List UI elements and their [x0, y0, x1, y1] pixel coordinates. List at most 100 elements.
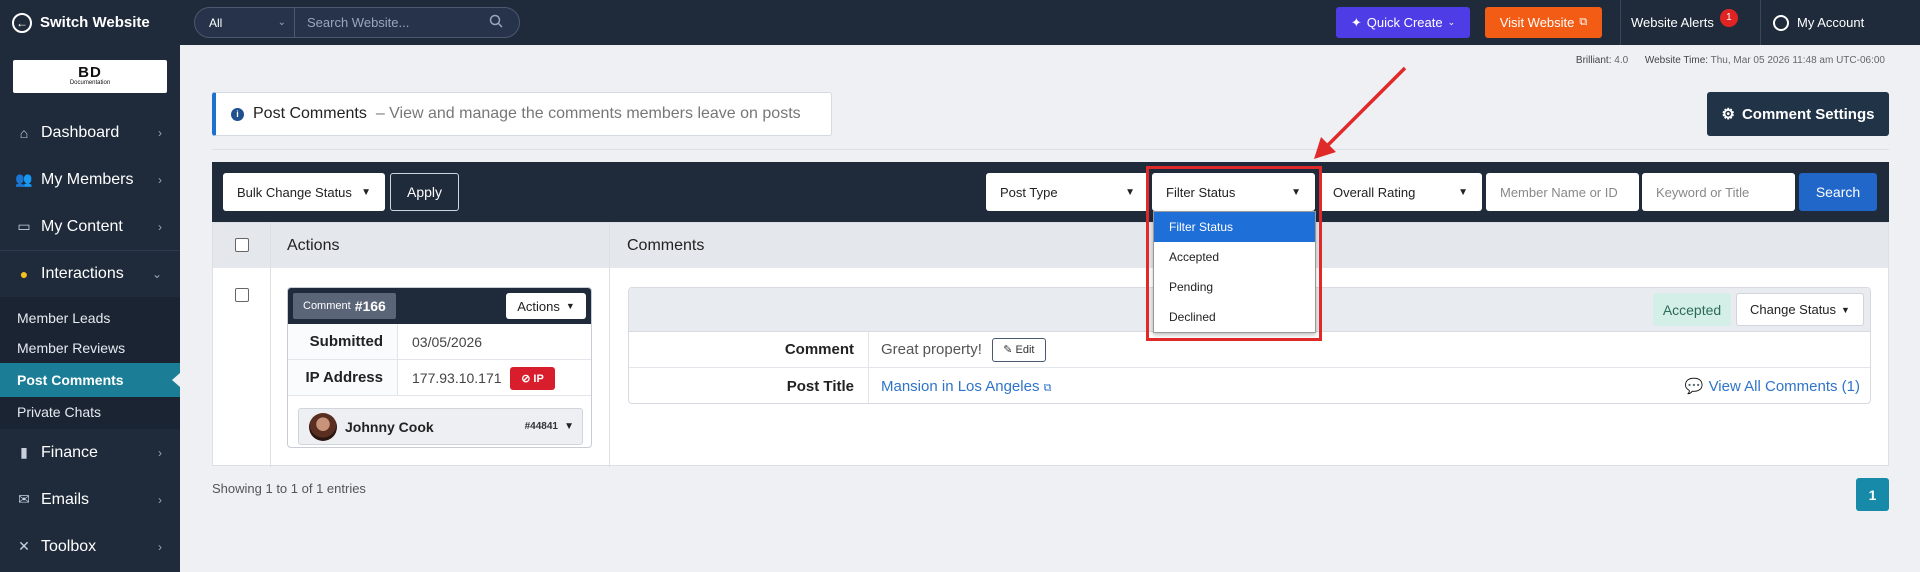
pencil-icon: ✎: [1003, 344, 1013, 356]
row-actions-button[interactable]: Actions ▼: [506, 293, 586, 319]
member-chip[interactable]: Johnny Cook #44841 ▼: [298, 408, 583, 445]
sidebar-item-label: My Content: [41, 217, 123, 235]
post-type-select[interactable]: Post Type ▼: [986, 173, 1149, 211]
comment-card-header: Comment #166 Actions ▼: [288, 288, 591, 324]
sidebar-item-label: My Members: [41, 170, 134, 188]
filter-bar: Bulk Change Status ▼ Apply Post Type ▼ F…: [212, 162, 1889, 222]
chevron-right-icon: ›: [158, 125, 162, 140]
logo[interactable]: BD Documentation: [13, 60, 167, 93]
post-title-link[interactable]: Mansion in Los Angeles ⧉: [881, 378, 1051, 395]
logo-mark: BD: [78, 64, 102, 81]
post-title-row: Post Title Mansion in Los Angeles ⧉ 💬 Vi…: [629, 368, 1870, 403]
member-id: #44841: [524, 421, 558, 432]
sidebar-subitem-post-comments[interactable]: Post Comments: [0, 363, 180, 397]
search-scope-select[interactable]: All ⌄: [195, 8, 295, 37]
user-icon: [1773, 14, 1789, 31]
website-alerts-button[interactable]: Website Alerts 1: [1620, 0, 1760, 45]
view-all-comments-link[interactable]: 💬 View All Comments (1): [1684, 368, 1860, 403]
comments-table: Actions Comments Comment #166 Actions ▼ …: [212, 222, 1889, 467]
sidebar-item-dashboard[interactable]: ⌂ Dashboard ›: [0, 109, 180, 156]
filter-status-label: Filter Status: [1166, 184, 1236, 200]
post-type-label: Post Type: [1000, 184, 1058, 200]
entries-info: Showing 1 to 1 of 1 entries: [212, 481, 366, 496]
sidebar-item-toolbox[interactable]: ✕ Toolbox ›: [0, 523, 180, 570]
visit-website-button[interactable]: Visit Website ⧉: [1485, 7, 1602, 38]
chat-icon: ●: [19, 266, 29, 282]
dropdown-option-pending[interactable]: Pending: [1154, 272, 1315, 302]
ban-icon: ⊘: [521, 373, 531, 385]
overall-rating-select[interactable]: Overall Rating ▼: [1319, 173, 1482, 211]
page-1-button[interactable]: 1: [1856, 478, 1889, 511]
comment-id-tag: Comment #166: [293, 293, 396, 319]
search-input[interactable]: Search Website...: [295, 15, 489, 30]
caret-down-icon: ▼: [361, 186, 371, 198]
comment-settings-button[interactable]: ⚙ Comment Settings: [1707, 92, 1889, 136]
info-icon: i: [231, 107, 244, 121]
sidebar-item-my-content[interactable]: ▭ My Content ›: [0, 203, 180, 250]
ip-address-label: IP Address: [288, 360, 398, 395]
sidebar-subitem-member-reviews[interactable]: Member Reviews: [0, 333, 180, 363]
sidebar-item-label: Dashboard: [41, 123, 120, 141]
chevron-right-icon: ›: [158, 445, 162, 460]
caret-down-icon: ▼: [1458, 186, 1468, 198]
search-icon[interactable]: [489, 14, 519, 31]
external-link-icon: ⧉: [1579, 16, 1588, 28]
comment-settings-label: Comment Settings: [1741, 105, 1875, 123]
quick-create-button[interactable]: ✦ Quick Create ⌄: [1336, 7, 1470, 38]
chevron-down-icon: ⌄: [1447, 17, 1456, 27]
page-title-box: i Post Comments – View and manage the co…: [212, 92, 832, 136]
sidebar-item-label: Emails: [41, 490, 90, 508]
external-link-icon: ⧉: [1043, 381, 1052, 394]
dropdown-option-accepted[interactable]: Accepted: [1154, 242, 1315, 272]
home-icon: ⌂: [19, 124, 29, 141]
chevron-right-icon: ›: [158, 219, 162, 234]
submitted-row: Submitted 03/05/2026: [288, 324, 591, 360]
filter-status-select[interactable]: Filter Status ▼: [1152, 173, 1315, 211]
site-search: All ⌄ Search Website...: [194, 7, 520, 38]
switch-website-label: Switch Website: [40, 14, 150, 31]
avatar: [309, 412, 337, 441]
dropdown-option-filter-status[interactable]: Filter Status: [1154, 212, 1315, 242]
ban-ip-button[interactable]: ⊘ IP: [510, 367, 555, 390]
sidebar-item-interactions[interactable]: ● Interactions ⌄: [0, 250, 180, 297]
row-checkbox[interactable]: [235, 288, 249, 302]
sidebar-subitem-private-chats[interactable]: Private Chats: [0, 397, 180, 427]
dropdown-option-declined[interactable]: Declined: [1154, 302, 1315, 332]
edit-label: Edit: [1015, 343, 1035, 356]
keyword-input[interactable]: Keyword or Title: [1642, 173, 1795, 211]
change-status-button[interactable]: Change Status ▼: [1736, 293, 1864, 326]
switch-website-button[interactable]: ← Switch Website: [0, 0, 180, 45]
sidebar-item-my-members[interactable]: 👥 My Members ›: [0, 156, 180, 203]
account-label: My Account: [1797, 15, 1865, 30]
ban-ip-label: IP: [533, 372, 544, 385]
overall-rating-label: Overall Rating: [1333, 184, 1416, 200]
edit-comment-button[interactable]: ✎ Edit: [991, 337, 1046, 362]
caret-down-icon: ▼: [1291, 186, 1301, 198]
chevron-down-icon: ⌄: [277, 17, 286, 28]
apply-button[interactable]: Apply: [390, 173, 459, 211]
change-status-label: Change Status: [1750, 302, 1837, 317]
comments-icon: 💬: [1684, 378, 1704, 395]
table-header: [213, 223, 1888, 268]
submitted-label: Submitted: [288, 324, 398, 359]
page-description: – View and manage the comments members l…: [375, 105, 801, 122]
version-value: 4.0: [1614, 55, 1629, 66]
select-all-checkbox[interactable]: [235, 238, 249, 252]
comment-text: Great property!: [881, 341, 982, 358]
caret-down-icon: ▼: [564, 421, 574, 432]
search-button[interactable]: Search: [1799, 173, 1877, 211]
column-divider: [270, 223, 271, 467]
interactions-submenu: Member Leads Member Reviews Post Comment…: [0, 297, 180, 429]
sidebar-subitem-member-leads[interactable]: Member Leads: [0, 303, 180, 333]
sidebar: BD Documentation ⌂ Dashboard › 👥 My Memb…: [0, 45, 180, 572]
my-account-button[interactable]: My Account: [1760, 0, 1920, 45]
sidebar-item-emails[interactable]: ✉ Emails ›: [0, 476, 180, 523]
mail-icon: ✉: [18, 491, 30, 507]
back-arrow-icon: ←: [12, 12, 32, 33]
sidebar-item-finance[interactable]: ▮ Finance ›: [0, 429, 180, 476]
chevron-right-icon: ›: [158, 492, 162, 507]
tools-icon: ✕: [18, 538, 30, 554]
member-name-input[interactable]: Member Name or ID: [1486, 173, 1639, 211]
bulk-change-status-select[interactable]: Bulk Change Status ▼: [223, 173, 385, 211]
view-all-comments-label: View All Comments (1): [1708, 377, 1860, 395]
